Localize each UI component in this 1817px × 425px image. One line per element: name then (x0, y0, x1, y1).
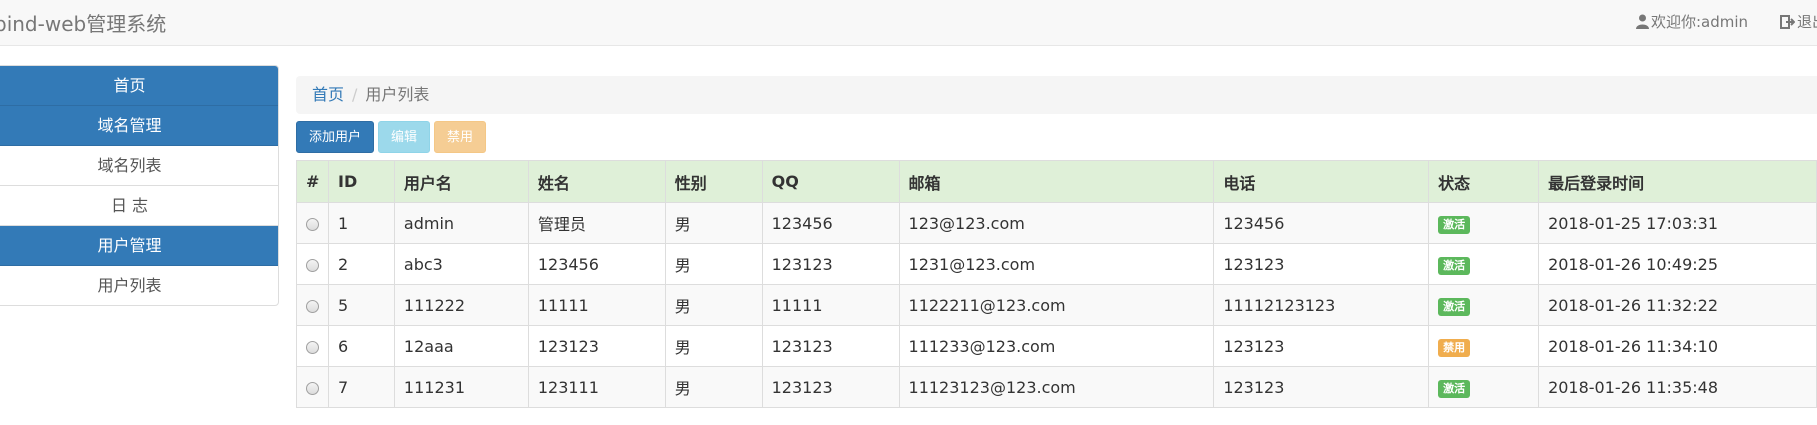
sidebar: 首页 域名管理 域名列表 日 志 用户管理 用户列表 (0, 65, 279, 306)
breadcrumb-home[interactable]: 首页 (312, 85, 344, 104)
column-header[interactable]: 最后登录时间 (1538, 160, 1817, 203)
cell-name: 123456 (527, 243, 666, 285)
sidebar-item-logs[interactable]: 日 志 (0, 186, 278, 226)
cell-last-login: 2018-01-26 11:35:48 (1538, 366, 1817, 408)
breadcrumb-current: 用户列表 (365, 85, 430, 104)
sidebar-item-user-list[interactable]: 用户列表 (0, 266, 278, 305)
row-select-radio[interactable] (306, 340, 319, 354)
cell-qq: 123123 (761, 243, 900, 285)
row-select-radio[interactable] (306, 299, 319, 313)
column-header[interactable]: 状态 (1428, 160, 1540, 203)
cell-name: 管理员 (527, 202, 666, 244)
sidebar-item-domain-list[interactable]: 域名列表 (0, 146, 278, 186)
logout-link[interactable]: 退出 (1780, 11, 1817, 33)
column-header[interactable]: 用户名 (393, 160, 529, 203)
cell-username: 111231 (393, 366, 529, 408)
logout-text: 退出 (1797, 13, 1817, 31)
status-badge: 激活 (1438, 297, 1471, 316)
cell-gender: 男 (664, 325, 763, 367)
table-row[interactable]: 6 12aaa 123123 男 123123 111233@123.com 1… (296, 325, 1817, 367)
cell-qq: 123123 (761, 325, 900, 367)
sidebar-item-user-management[interactable]: 用户管理 (0, 226, 278, 266)
toolbar: 添加用户 编辑 禁用 (296, 121, 490, 153)
cell-gender: 男 (664, 202, 763, 244)
app-brand[interactable]: bind-web管理系统 (0, 8, 166, 37)
cell-email: 1122211@123.com (898, 284, 1215, 326)
cell-phone: 11112123123 (1213, 284, 1430, 326)
cell-gender: 男 (664, 243, 763, 285)
table-row[interactable]: 1 admin 管理员 男 123456 123@123.com 123456 … (296, 202, 1817, 244)
status-badge: 禁用 (1438, 338, 1471, 357)
cell-id: 7 (327, 366, 395, 408)
column-header: # (296, 160, 329, 203)
disable-button[interactable]: 禁用 (434, 121, 487, 153)
cell-username: 111222 (393, 284, 529, 326)
cell-username: 12aaa (393, 325, 529, 367)
cell-id: 1 (327, 202, 395, 244)
row-select-radio[interactable] (306, 258, 319, 272)
sidebar-item-domain-management[interactable]: 域名管理 (0, 106, 278, 146)
cell-name: 123123 (527, 325, 666, 367)
cell-qq: 11111 (761, 284, 900, 326)
cell-phone: 123123 (1213, 366, 1430, 408)
row-select-radio[interactable] (306, 217, 319, 231)
cell-last-login: 2018-01-26 11:34:10 (1538, 325, 1817, 367)
row-select-radio[interactable] (306, 381, 319, 395)
cell-gender: 男 (664, 284, 763, 326)
cell-username: abc3 (393, 243, 529, 285)
cell-email: 123@123.com (898, 202, 1215, 244)
welcome-user[interactable]: 欢迎你:admin (1636, 11, 1748, 33)
add-user-button[interactable]: 添加用户 (296, 121, 375, 153)
column-header[interactable]: QQ (761, 160, 900, 203)
cell-id: 6 (327, 325, 395, 367)
edit-button[interactable]: 编辑 (378, 121, 431, 153)
cell-email: 111233@123.com (898, 325, 1215, 367)
cell-name: 11111 (527, 284, 666, 326)
table-row[interactable]: 2 abc3 123456 男 123123 1231@123.com 1231… (296, 243, 1817, 285)
logout-icon (1780, 15, 1796, 33)
top-navbar: bind-web管理系统 欢迎你:admin 退出 (0, 0, 1817, 46)
status-badge: 激活 (1438, 256, 1471, 275)
breadcrumb: 首页 / 用户列表 (296, 76, 1817, 114)
cell-phone: 123123 (1213, 243, 1430, 285)
column-header[interactable]: 电话 (1213, 160, 1430, 203)
column-header[interactable]: 邮箱 (898, 160, 1215, 203)
cell-qq: 123123 (761, 366, 900, 408)
cell-username: admin (393, 202, 529, 244)
column-header[interactable]: 姓名 (527, 160, 666, 203)
welcome-text: 欢迎你:admin (1651, 13, 1749, 31)
user-icon (1636, 14, 1649, 33)
cell-qq: 123456 (761, 202, 900, 244)
status-badge: 激活 (1438, 379, 1471, 398)
cell-last-login: 2018-01-26 11:32:22 (1538, 284, 1817, 326)
table-row[interactable]: 7 111231 123111 男 123123 11123123@123.co… (296, 366, 1817, 408)
column-header[interactable]: 性别 (664, 160, 763, 203)
cell-phone: 123456 (1213, 202, 1430, 244)
cell-email: 1231@123.com (898, 243, 1215, 285)
user-table: # ID 用户名 姓名 性别 QQ 邮箱 电话 状态 最后登录时间 1 admi… (296, 160, 1817, 408)
breadcrumb-separator: / (352, 85, 358, 104)
column-header[interactable]: ID (327, 160, 395, 203)
cell-email: 11123123@123.com (898, 366, 1215, 408)
cell-id: 5 (327, 284, 395, 326)
table-header-row: # ID 用户名 姓名 性别 QQ 邮箱 电话 状态 最后登录时间 (296, 160, 1817, 203)
cell-gender: 男 (664, 366, 763, 408)
cell-name: 123111 (527, 366, 666, 408)
cell-last-login: 2018-01-25 17:03:31 (1538, 202, 1817, 244)
cell-phone: 123123 (1213, 325, 1430, 367)
status-badge: 激活 (1438, 215, 1471, 234)
table-row[interactable]: 5 111222 11111 男 11111 1122211@123.com 1… (296, 284, 1817, 326)
cell-id: 2 (327, 243, 395, 285)
sidebar-item-home[interactable]: 首页 (0, 66, 278, 106)
cell-last-login: 2018-01-26 10:49:25 (1538, 243, 1817, 285)
